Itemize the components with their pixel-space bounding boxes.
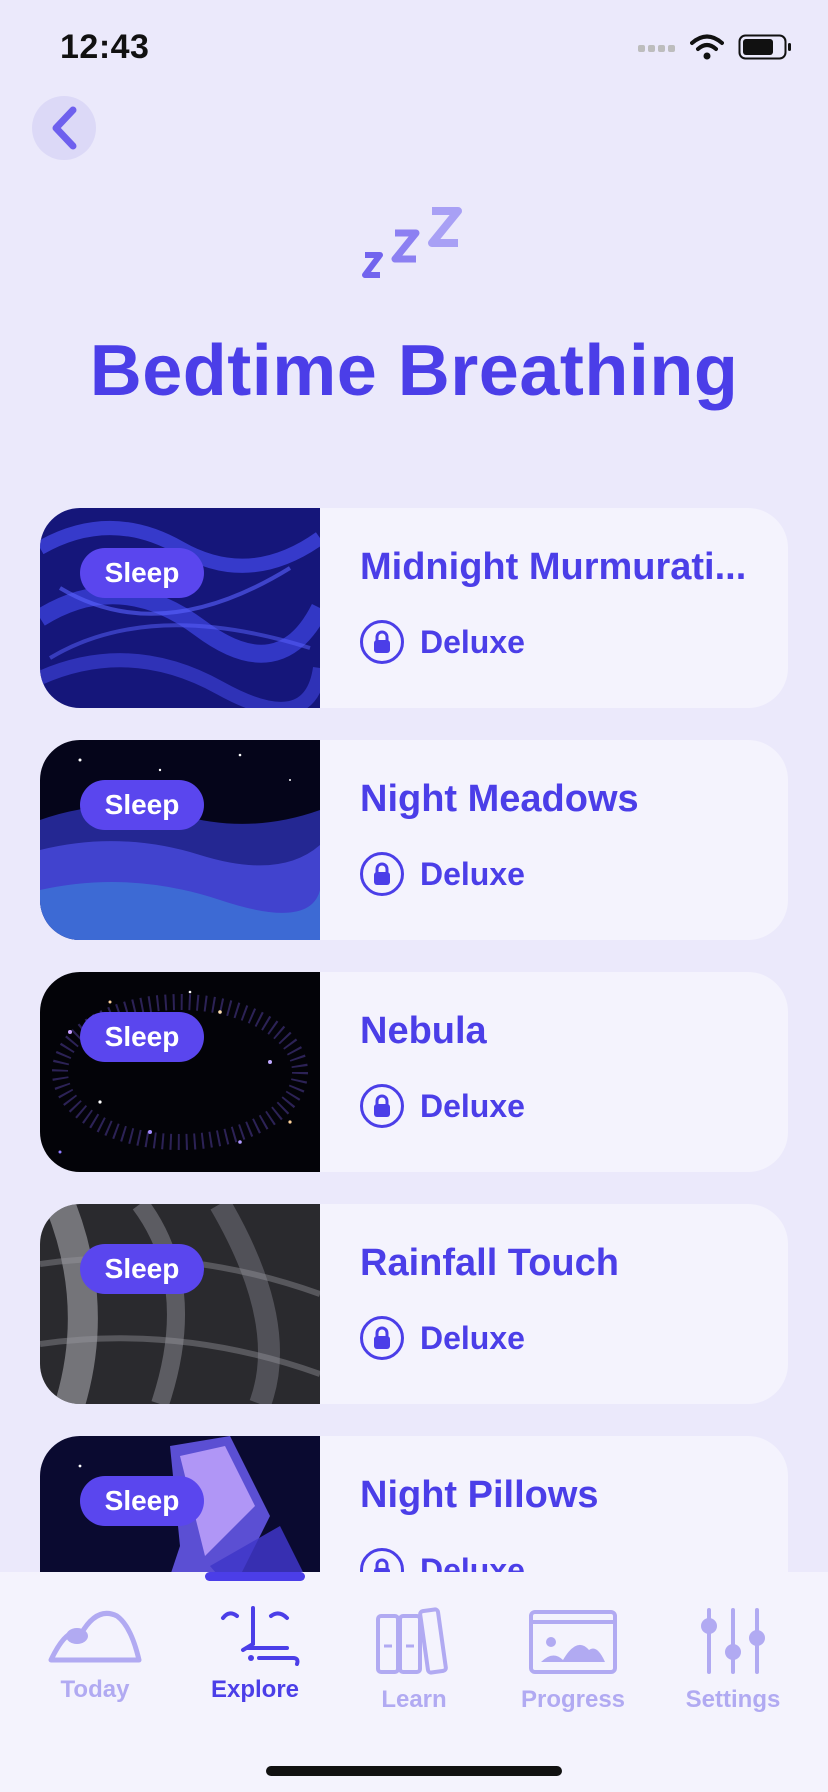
lock-icon: [360, 620, 404, 664]
chevron-left-icon: [52, 106, 77, 150]
session-title: Nebula: [360, 1010, 487, 1052]
tier-row: Deluxe: [360, 620, 525, 664]
sliders-icon: [701, 1608, 765, 1674]
tier-row: Deluxe: [360, 1548, 525, 1572]
tab-learn[interactable]: Learn: [334, 1606, 494, 1714]
signal-icon: [638, 45, 675, 52]
tab-label: Today: [60, 1676, 130, 1703]
lock-icon: [360, 1084, 404, 1128]
session-card-midnight-murmuration[interactable]: Sleep Midnight Murmurati... Deluxe: [40, 508, 788, 708]
books-icon: [376, 1607, 448, 1675]
tab-label: Learn: [381, 1686, 447, 1713]
session-title: Rainfall Touch: [360, 1242, 619, 1284]
session-thumbnail: Sleep: [40, 1204, 320, 1404]
tier-label: Deluxe: [420, 855, 525, 892]
sleep-badge: Sleep: [80, 548, 204, 598]
session-card-night-pillows[interactable]: Sleep Night Pillows Deluxe: [40, 1436, 788, 1572]
tab-bar: Today Explore Learn Progress Settings: [0, 1572, 828, 1792]
tab-progress[interactable]: Progress: [493, 1606, 653, 1714]
status-bar: 12:43: [0, 0, 828, 100]
tab-explore[interactable]: Explore: [175, 1606, 335, 1704]
tier-row: Deluxe: [360, 852, 525, 896]
explore-figure-icon: [221, 1606, 300, 1666]
status-icons: [638, 34, 792, 60]
tab-label: Settings: [685, 1686, 781, 1713]
lock-icon: [360, 1548, 404, 1572]
battery-icon: [738, 34, 791, 60]
session-card-rainfall-touch[interactable]: Sleep Rainfall Touch Deluxe: [40, 1204, 788, 1404]
back-button[interactable]: [32, 96, 96, 160]
session-title: Night Pillows: [360, 1474, 599, 1516]
tab-label: Explore: [210, 1676, 300, 1703]
session-title: Midnight Murmurati...: [360, 546, 747, 588]
tab-label: Progress: [520, 1686, 626, 1713]
sleep-badge: Sleep: [80, 1244, 204, 1294]
tier-label: Deluxe: [420, 623, 525, 660]
tier-label: Deluxe: [420, 1319, 525, 1356]
session-thumbnail: Sleep: [40, 508, 320, 708]
lock-icon: [360, 852, 404, 896]
picture-icon: [529, 1610, 617, 1674]
tab-settings[interactable]: Settings: [653, 1606, 813, 1714]
home-indicator: [266, 1766, 562, 1776]
tier-row: Deluxe: [360, 1316, 525, 1360]
page-title: Bedtime Breathing: [89, 331, 739, 411]
tier-label: Deluxe: [420, 1551, 525, 1573]
session-thumbnail: Sleep: [40, 1436, 320, 1572]
sleep-badge: Sleep: [80, 1012, 204, 1062]
session-card-nebula[interactable]: Sleep Nebula Deluxe: [40, 972, 788, 1172]
active-tab-indicator: [205, 1572, 305, 1581]
wifi-icon: [690, 34, 724, 60]
lock-icon: [360, 1316, 404, 1360]
session-card-night-meadows[interactable]: Sleep Night Meadows Deluxe: [40, 740, 788, 940]
sleep-badge: Sleep: [80, 780, 204, 830]
status-time: 12:43: [60, 28, 150, 66]
sleep-badge: Sleep: [80, 1476, 204, 1526]
session-title: Night Meadows: [360, 778, 639, 820]
tab-today[interactable]: Today: [15, 1606, 175, 1704]
sleep-zzz-icon: [362, 207, 462, 278]
session-thumbnail: Sleep: [40, 972, 320, 1172]
session-thumbnail: Sleep: [40, 740, 320, 940]
mountain-icon: [48, 1610, 142, 1663]
session-list: Sleep Midnight Murmurati... Deluxe Sleep…: [40, 508, 788, 1572]
tier-label: Deluxe: [420, 1087, 525, 1124]
tier-row: Deluxe: [360, 1084, 525, 1128]
